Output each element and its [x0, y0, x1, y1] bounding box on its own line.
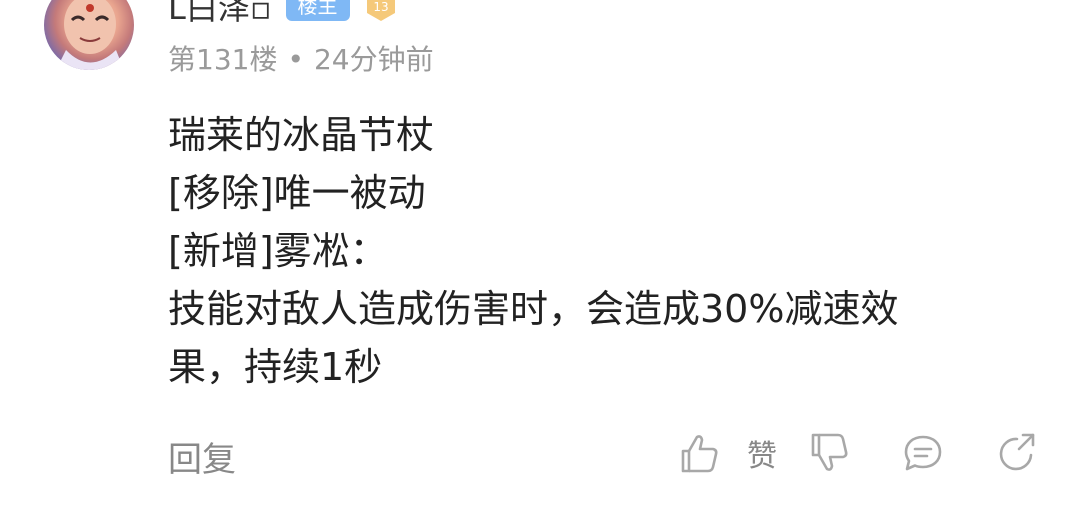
post-meta: 第131楼 • 24分钟前 [168, 38, 434, 78]
reply-button[interactable]: 回复 [168, 432, 236, 481]
post-header: L白泽▫ 楼主 13 [168, 0, 398, 29]
username[interactable]: L白泽▫ [168, 0, 272, 29]
like-label[interactable]: 赞 [747, 431, 777, 475]
content-line: [移除]唯一被动 [168, 171, 426, 215]
content-line: 瑞莱的冰晶节杖 [168, 113, 435, 157]
thumbs-up-icon[interactable] [677, 431, 721, 475]
avatar[interactable] [44, 0, 134, 70]
post-footer: 回复 赞 [168, 428, 1039, 481]
content-line: 果，持续1秒 [168, 345, 383, 389]
thumbs-down-icon[interactable] [807, 431, 851, 475]
level-badge-text: 13 [373, 0, 388, 14]
content-line: [新增]雾凇： [168, 229, 388, 273]
post-time: 24分钟前 [313, 43, 434, 76]
meta-separator: • [287, 43, 304, 76]
action-bar: 赞 [677, 428, 1039, 478]
share-icon[interactable] [995, 431, 1039, 475]
post-content: 瑞莱的冰晶节杖 [移除]唯一被动 [新增]雾凇： 技能对敌人造成伤害时，会造成3… [168, 106, 1028, 396]
owner-badge: 楼主 [285, 0, 350, 21]
comment-icon[interactable] [901, 431, 945, 475]
content-line: 技能对敌人造成伤害时，会造成30%减速效 [168, 287, 899, 331]
floor-number: 第131楼 [168, 43, 278, 76]
level-badge-icon: 13 [364, 0, 398, 23]
